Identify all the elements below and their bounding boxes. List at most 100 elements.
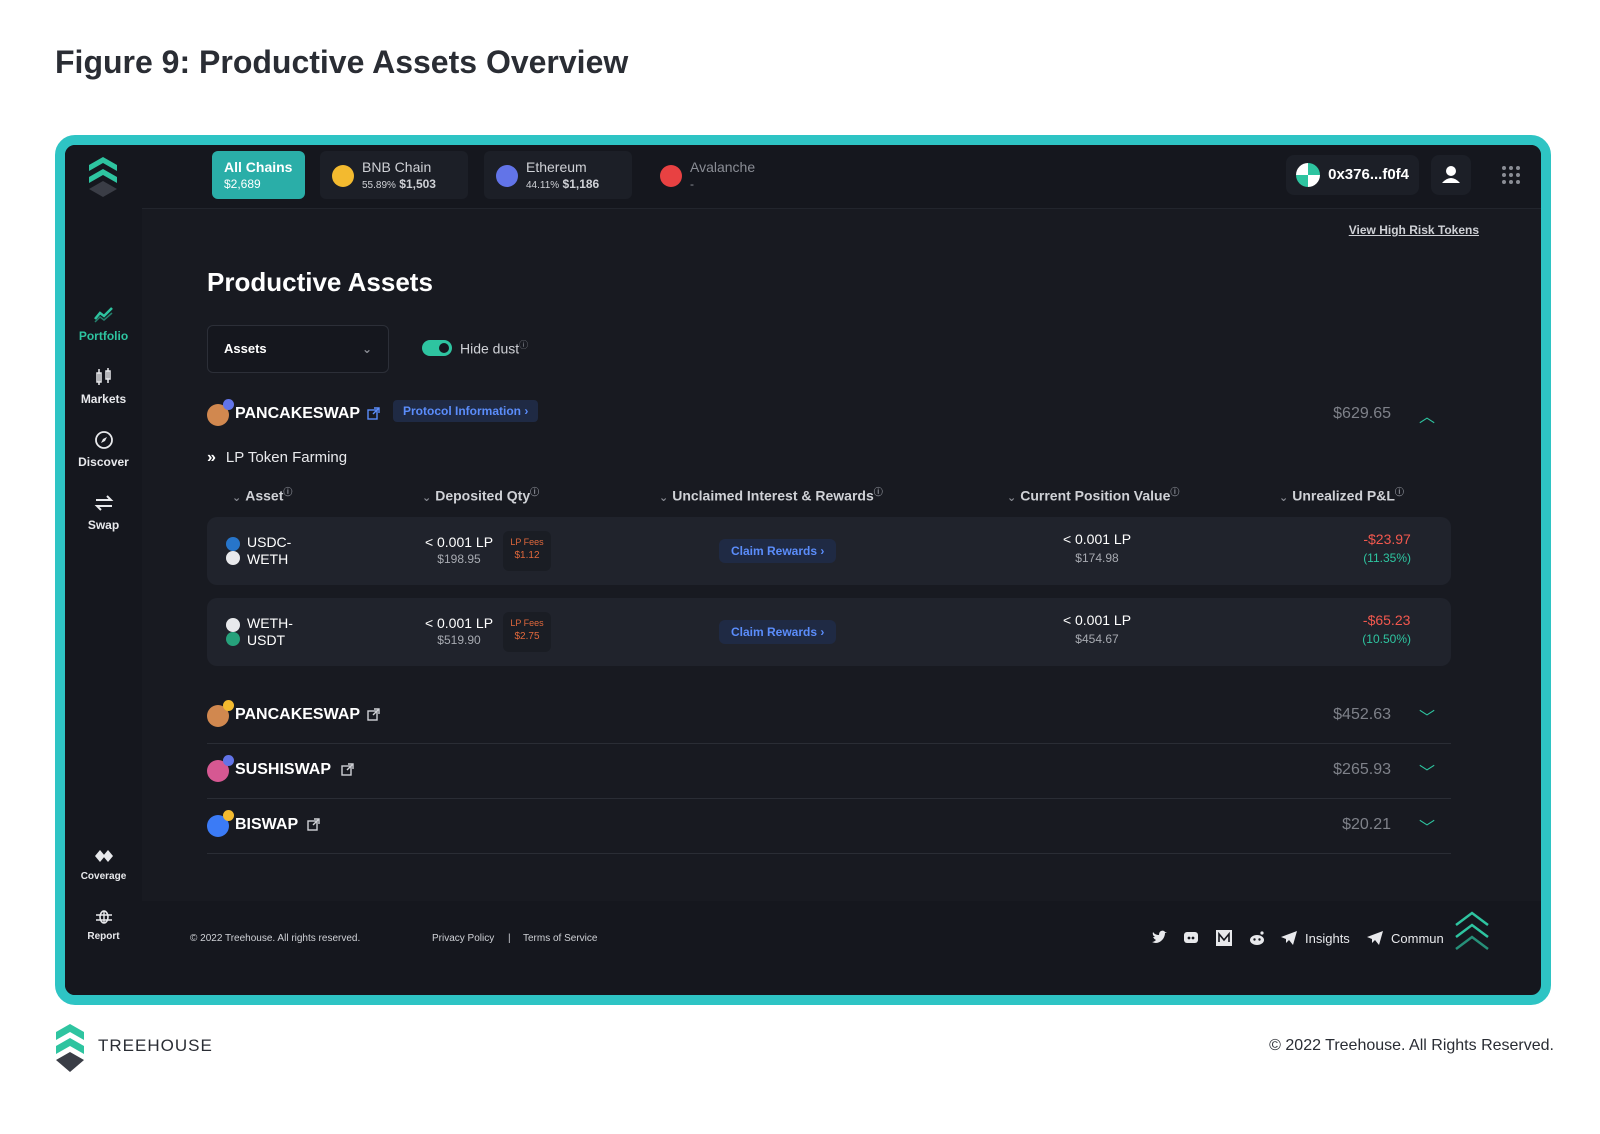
hide-dust-text: Hide dust [460, 340, 520, 357]
external-link-icon[interactable] [307, 818, 320, 831]
sidebar-item-label: Report [87, 931, 120, 942]
medium-icon[interactable] [1215, 929, 1233, 947]
protocol-value: $265.93 [1333, 761, 1391, 778]
page-title: Productive Assets [207, 267, 433, 297]
scroll-to-top-icon[interactable] [1452, 909, 1492, 953]
compass-icon [94, 431, 113, 449]
biswap-icon [207, 810, 234, 837]
column-header-pnl[interactable]: ⌄ Unrealized P&Lⓘ [1279, 485, 1404, 504]
column-header-asset[interactable]: ⌄ Assetⓘ [232, 485, 292, 504]
chevron-down-icon[interactable]: ﹀ [1419, 814, 1435, 838]
chevron-up-icon[interactable]: ︿ [1419, 403, 1435, 427]
sidebar-item-label: Swap [87, 518, 120, 532]
info-icon: ⓘ [530, 487, 540, 497]
tab-avalanche[interactable]: Avalanche - [648, 151, 788, 199]
pancakeswap-icon [207, 399, 234, 426]
lp-fees-badge: LP Fees $2.75 [503, 612, 551, 652]
chain-pct: 44.11% [526, 180, 560, 191]
column-header-deposited-qty[interactable]: ⌄ Deposited Qtyⓘ [422, 485, 539, 504]
double-chevron-icon: » [207, 449, 216, 466]
column-label: Current Position Value [1020, 487, 1171, 504]
chevron-right-icon: › [524, 404, 529, 418]
privacy-policy-link[interactable]: Privacy Policy [432, 933, 494, 944]
sidebar-item-discover[interactable]: Discover [65, 429, 142, 469]
protocol-row-pancakeswap[interactable]: PANCAKESWAP $452.63 ﹀ [207, 690, 1451, 744]
usdc-weth-pair-icon [226, 537, 240, 565]
unrealized-pnl: -$23.97 (11.35%) [1363, 531, 1411, 565]
bnb-badge-icon [223, 700, 234, 711]
community-link[interactable]: Commun [1391, 931, 1444, 946]
view-high-risk-link[interactable]: View High Risk Tokens [1349, 223, 1479, 237]
telegram-icon[interactable] [1366, 929, 1384, 947]
protocol-row-sushiswap[interactable]: SUSHISWAP $265.93 ﹀ [207, 745, 1451, 799]
app-footer: © 2022 Treehouse. All rights reserved. P… [142, 901, 1541, 975]
sushiswap-icon [207, 755, 234, 782]
apps-grid-icon[interactable] [1501, 165, 1521, 185]
sidebar-item-markets[interactable]: Markets [65, 366, 142, 406]
protocol-row-biswap[interactable]: BISWAP $20.21 ﹀ [207, 800, 1451, 854]
section-label: LP Token Farming [225, 449, 348, 466]
telegram-icon[interactable] [1280, 929, 1298, 947]
wallet-button[interactable]: 0x376...f0f4 [1286, 155, 1419, 195]
column-label: Unclaimed Interest & Rewards [672, 487, 874, 504]
tab-all-chains[interactable]: All Chains $2,689 [212, 151, 305, 199]
protocol-value: $629.65 [1333, 405, 1391, 422]
claim-rewards-button[interactable]: Claim Rewards › [719, 620, 837, 644]
pair-name: USDC- WETH [247, 534, 292, 567]
column-label: Deposited Qty [435, 487, 531, 504]
reddit-icon[interactable] [1248, 929, 1266, 947]
external-link-icon[interactable] [341, 763, 354, 776]
terms-of-service-link[interactable]: Terms of Service [523, 933, 597, 944]
protocol-name: BISWAP [235, 816, 299, 833]
treehouse-logo-icon[interactable] [85, 155, 121, 199]
column-header-unclaimed[interactable]: ⌄ Unclaimed Interest & Rewardsⓘ [659, 485, 883, 504]
footer-separator: | [508, 933, 511, 944]
insights-link[interactable]: Insights [1305, 931, 1350, 946]
protocol-row-pancakeswap[interactable]: PANCAKESWAP Protocol Information › $629.… [207, 389, 1451, 443]
sort-icon: ⌄ [232, 491, 242, 504]
info-icon[interactable]: ⓘ [519, 340, 528, 350]
info-icon: ⓘ [283, 487, 293, 497]
sidebar-item-portfolio[interactable]: Portfolio [65, 303, 142, 343]
chain-value: - [690, 177, 694, 191]
chevron-down-icon[interactable]: ﹀ [1419, 704, 1435, 728]
footer-copyright: © 2022 Treehouse. All rights reserved. [190, 933, 361, 944]
assets-select[interactable]: Assets ⌄ [207, 325, 389, 373]
page-copyright: © 2022 Treehouse. All Rights Reserved. [1269, 1037, 1554, 1054]
table-row[interactable]: WETH- USDT < 0.001 LP $519.90 LP Fees $2.75… [207, 598, 1451, 666]
sort-icon: ⌄ [1279, 491, 1289, 504]
chain-name: Avalanche [690, 159, 756, 175]
external-link-icon[interactable] [367, 407, 380, 420]
discord-icon[interactable] [1182, 929, 1200, 947]
column-header-position-value[interactable]: ⌄ Current Position Valueⓘ [1007, 485, 1179, 504]
sidebar-item-coverage[interactable]: Coverage [65, 845, 142, 882]
sort-icon: ⌄ [659, 491, 669, 504]
twitter-icon[interactable] [1150, 929, 1168, 947]
protocol-information-button[interactable]: Protocol Information › [393, 400, 539, 422]
claim-rewards-button[interactable]: Claim Rewards › [719, 539, 837, 563]
wallet-address: 0x376...f0f4 [1328, 166, 1409, 183]
chevron-down-icon[interactable]: ﹀ [1419, 759, 1435, 783]
position-value: < 0.001 LP $174.98 [1062, 531, 1132, 565]
shield-pair-icon [94, 850, 113, 862]
wallet-avatar-icon [1296, 163, 1321, 187]
sidebar-item-swap[interactable]: Swap [65, 492, 142, 532]
protocol-name: PANCAKESWAP [235, 405, 361, 422]
chain-name: BNB Chain [362, 159, 432, 175]
sort-icon: ⌄ [422, 491, 432, 504]
tab-bnb-chain[interactable]: BNB Chain 55.89% $1,503 [320, 151, 468, 199]
external-link-icon[interactable] [367, 708, 380, 721]
hide-dust-toggle[interactable] [422, 340, 452, 356]
sidebar-item-label: Discover [78, 455, 129, 469]
ethereum-icon [496, 165, 518, 187]
chevron-right-icon: › [820, 544, 825, 558]
table-row[interactable]: USDC- WETH < 0.001 LP $198.95 LP Fees $1.12… [207, 517, 1451, 585]
pancakeswap-icon [207, 700, 234, 727]
column-label: Unrealized P&L [1292, 487, 1395, 504]
tab-ethereum[interactable]: Ethereum 44.11% $1,186 [484, 151, 632, 199]
sidebar-item-report[interactable]: Report [65, 905, 142, 942]
deposited-qty: < 0.001 LP $519.90 [424, 615, 494, 647]
user-button[interactable] [1431, 155, 1471, 195]
protocol-value: $452.63 [1333, 706, 1391, 723]
chain-name: Ethereum [526, 159, 587, 175]
